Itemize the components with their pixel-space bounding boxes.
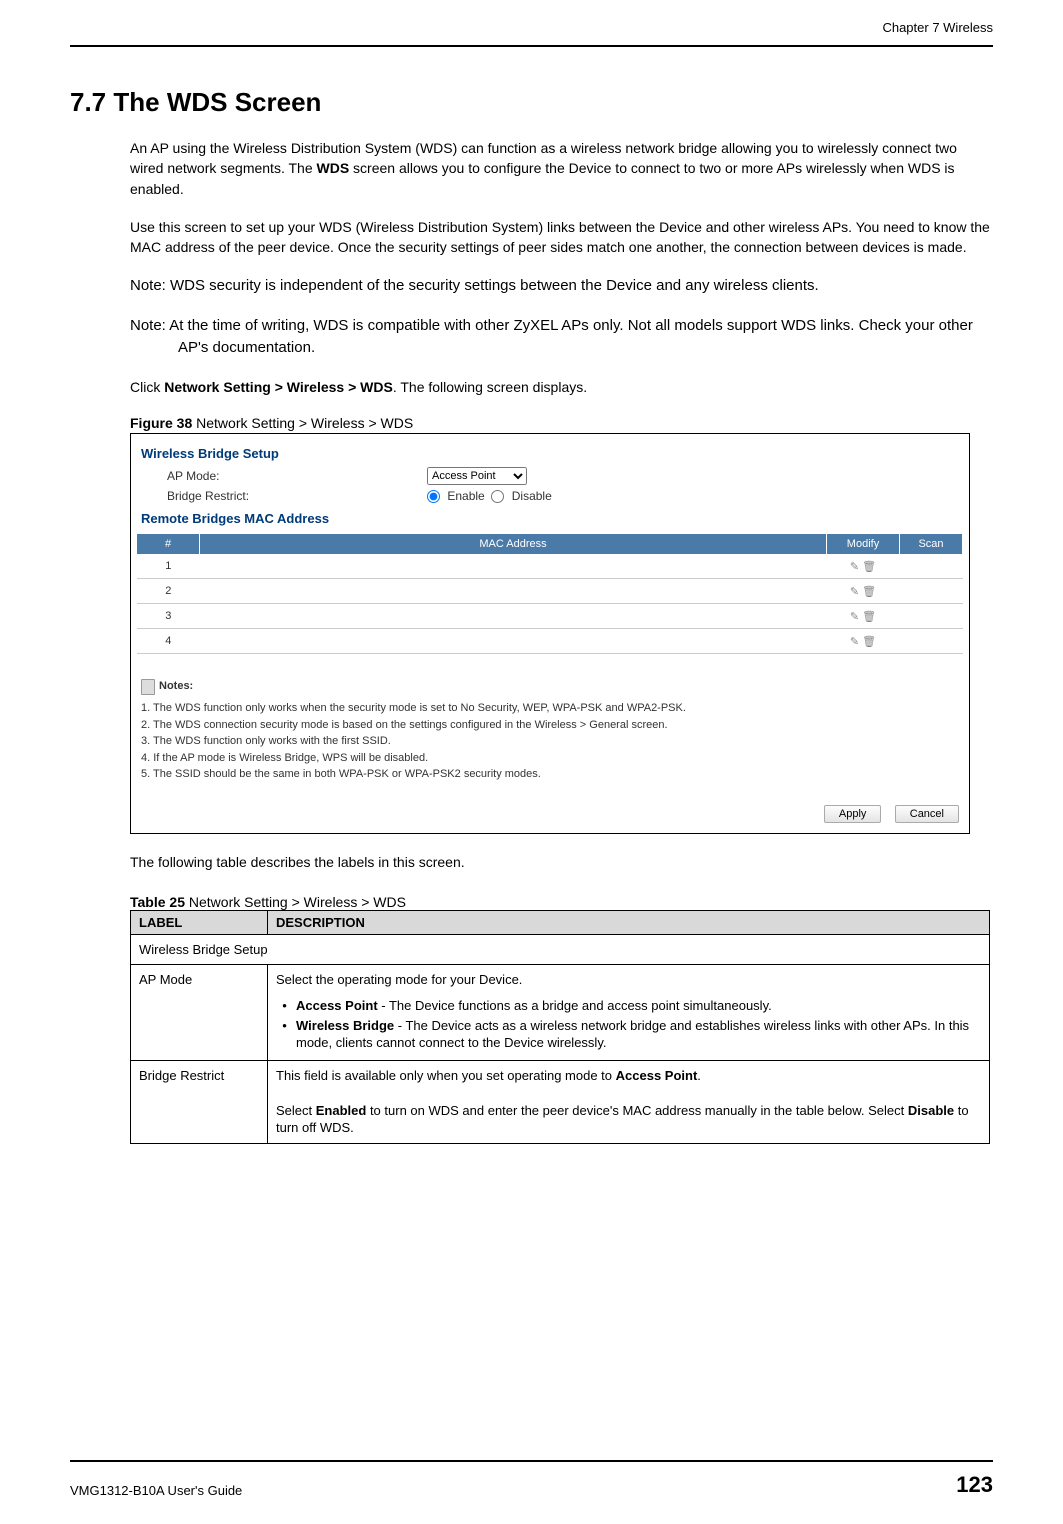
r2-bold2: Enabled — [316, 1103, 367, 1118]
note-1-text: Note: WDS security is independent of the… — [130, 275, 993, 297]
gui-note-line: 3. The WDS function only works with the … — [141, 733, 959, 750]
table-caption-text: Network Setting > Wireless > WDS — [185, 894, 406, 910]
click-a: Click — [130, 379, 164, 395]
labels-description-table: LABEL DESCRIPTION Wireless Bridge Setup … — [130, 910, 990, 1144]
r2-bold1: Access Point — [616, 1068, 698, 1083]
bridge-restrict-label: Bridge Restrict: — [167, 489, 427, 503]
figure-screenshot: Wireless Bridge Setup AP Mode: Access Po… — [130, 433, 970, 834]
th-label: LABEL — [131, 910, 268, 934]
bridge-restrict-disable[interactable]: Disable — [491, 489, 551, 503]
chapter-header: Chapter 7 Wireless — [70, 20, 993, 35]
figure-caption: Figure 38 Network Setting > Wireless > W… — [130, 415, 993, 431]
disable-text: Disable — [512, 489, 552, 503]
gui-notes-box: Notes: 1. The WDS function only works wh… — [137, 674, 963, 786]
table-row: 3 ✎ 🗑 — [137, 604, 963, 629]
note-1: Note: WDS security is independent of the… — [130, 275, 993, 297]
edit-icon[interactable]: ✎ — [850, 611, 859, 623]
intro-paragraph-1: An AP using the Wireless Distribution Sy… — [130, 138, 993, 199]
th-number: # — [137, 534, 200, 554]
note-2-text: Note: At the time of writing, WDS is com… — [130, 315, 993, 359]
row-label: Bridge Restrict — [131, 1060, 268, 1143]
row-num: 4 — [137, 629, 200, 654]
click-instruction: Click Network Setting > Wireless > WDS. … — [130, 377, 993, 397]
gui-section-wireless-bridge-setup: Wireless Bridge Setup — [137, 440, 963, 465]
mac-address-table: # MAC Address Modify Scan 1 ✎ 🗑 2 ✎ 🗑 3 — [137, 534, 963, 654]
figure-caption-text: Network Setting > Wireless > WDS — [192, 415, 413, 431]
p1-bold: WDS — [317, 160, 350, 176]
figure-label: Figure 38 — [130, 415, 192, 431]
row-section-header: Wireless Bridge Setup — [131, 934, 990, 965]
b2-bold: Wireless Bridge — [296, 1018, 394, 1033]
r2c: Select — [276, 1103, 316, 1118]
row-num: 2 — [137, 579, 200, 604]
th-modify: Modify — [827, 534, 900, 554]
b1-bold: Access Point — [296, 998, 378, 1013]
row-description: This field is available only when you se… — [268, 1060, 990, 1143]
edit-icon[interactable]: ✎ — [850, 561, 859, 573]
row-num: 1 — [137, 554, 200, 579]
cancel-button[interactable]: Cancel — [895, 805, 959, 823]
r2a: This field is available only when you se… — [276, 1068, 616, 1083]
bridge-restrict-enable[interactable]: Enable — [427, 489, 485, 503]
ap-mode-select[interactable]: Access Point — [427, 467, 527, 485]
table-row: 1 ✎ 🗑 — [137, 554, 963, 579]
note-icon — [141, 679, 155, 695]
gui-note-line: 4. If the AP mode is Wireless Bridge, WP… — [141, 750, 959, 767]
delete-icon[interactable]: 🗑 — [862, 611, 876, 623]
r1-intro: Select the operating mode for your Devic… — [276, 972, 522, 987]
click-bold: Network Setting > Wireless > WDS — [164, 379, 393, 395]
delete-icon[interactable]: 🗑 — [862, 636, 876, 648]
r2b: . — [697, 1068, 701, 1083]
gui-note-line: 1. The WDS function only works when the … — [141, 700, 959, 717]
delete-icon[interactable]: 🗑 — [862, 586, 876, 598]
table-row: 2 ✎ 🗑 — [137, 579, 963, 604]
footer-rule — [70, 1460, 993, 1462]
gui-note-line: 5. The SSID should be the same in both W… — [141, 766, 959, 783]
gui-note-line: 2. The WDS connection security mode is b… — [141, 717, 959, 734]
bullet-wireless-bridge: Wireless Bridge - The Device acts as a w… — [294, 1017, 981, 1052]
row-label: AP Mode — [131, 965, 268, 1060]
after-figure-text: The following table describes the labels… — [130, 852, 993, 872]
table-label: Table 25 — [130, 894, 185, 910]
notes-heading: Notes: — [159, 678, 193, 695]
table-caption: Table 25 Network Setting > Wireless > WD… — [130, 894, 993, 910]
th-mac: MAC Address — [200, 534, 827, 554]
section-title: 7.7 The WDS Screen — [70, 87, 993, 118]
disable-radio[interactable] — [491, 490, 504, 503]
edit-icon[interactable]: ✎ — [850, 636, 859, 648]
th-description: DESCRIPTION — [268, 910, 990, 934]
b1-rest: - The Device functions as a bridge and a… — [378, 998, 772, 1013]
r2d: to turn on WDS and enter the peer device… — [366, 1103, 908, 1118]
ap-mode-label: AP Mode: — [167, 469, 427, 483]
r2-bold3: Disable — [908, 1103, 954, 1118]
intro-paragraph-2: Use this screen to set up your WDS (Wire… — [130, 217, 993, 258]
th-scan: Scan — [900, 534, 963, 554]
delete-icon[interactable]: 🗑 — [862, 561, 876, 573]
footer-guide: VMG1312-B10A User's Guide — [70, 1483, 242, 1498]
edit-icon[interactable]: ✎ — [850, 586, 859, 598]
click-b: . The following screen displays. — [393, 379, 587, 395]
row-description: Select the operating mode for your Devic… — [268, 965, 990, 1060]
b2-rest: - The Device acts as a wireless network … — [296, 1018, 969, 1051]
apply-button[interactable]: Apply — [824, 805, 882, 823]
enable-radio[interactable] — [427, 490, 440, 503]
gui-section-remote-bridges: Remote Bridges MAC Address — [137, 505, 963, 530]
header-rule — [70, 45, 993, 47]
table-row: 4 ✎ 🗑 — [137, 629, 963, 654]
enable-text: Enable — [447, 489, 484, 503]
bullet-access-point: Access Point - The Device functions as a… — [294, 997, 981, 1015]
page-number: 123 — [956, 1472, 993, 1498]
note-2: Note: At the time of writing, WDS is com… — [130, 315, 993, 359]
row-num: 3 — [137, 604, 200, 629]
